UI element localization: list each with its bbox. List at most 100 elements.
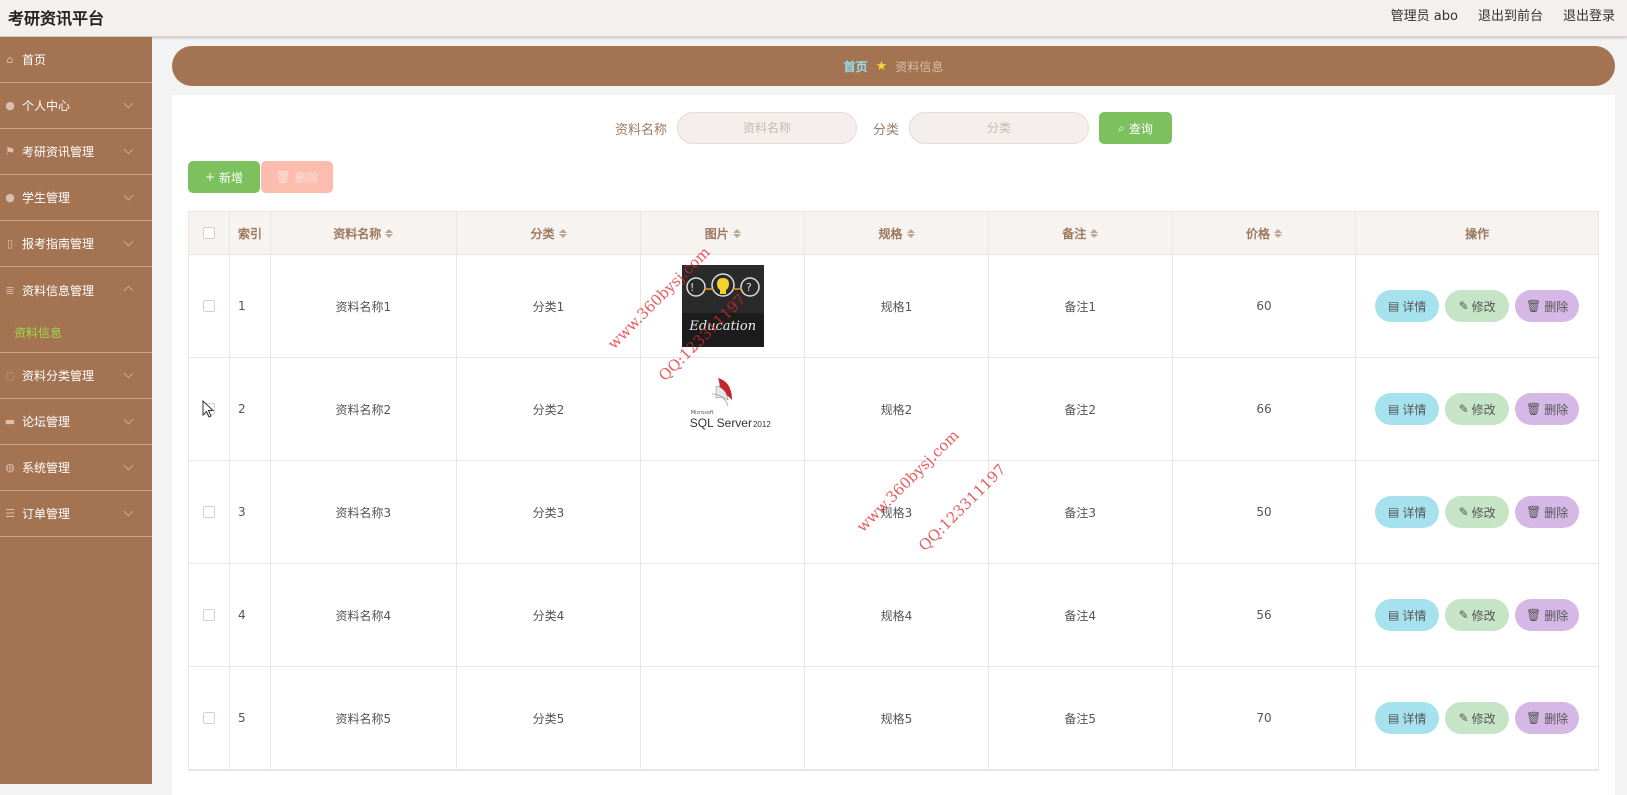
edit-button[interactable]: ✎ 修改 — [1445, 393, 1510, 425]
pencil-icon: ✎ — [1458, 608, 1469, 622]
sqlserver-thumbnail: Microsoft SQL Server2012 — [682, 368, 771, 450]
sidebar-item-label: 系统管理 — [22, 461, 71, 475]
sidebar-item-guide[interactable]: ▯ 报考指南管理 — [0, 221, 152, 267]
cell-spec: 规格2 — [805, 358, 989, 460]
edit-button[interactable]: ✎ 修改 — [1445, 702, 1510, 734]
content-panel: 资料名称 分类 ⌕ 查询 + 新增 🗑 删除 索引 资料名称 分类 图片 — [172, 95, 1615, 795]
sidebar-item-materials[interactable]: ≣ 资料信息管理 — [0, 267, 152, 313]
delete-button[interactable]: 🗑 删除 — [1515, 599, 1580, 631]
batch-delete-button[interactable]: 🗑 删除 — [261, 161, 333, 193]
edit-button[interactable]: ✎ 修改 — [1445, 496, 1510, 528]
search-bar: 资料名称 分类 ⌕ 查询 — [172, 112, 1615, 144]
cell-index: 1 — [230, 255, 271, 357]
detail-button[interactable]: ▤ 详情 — [1375, 290, 1440, 322]
table-row: 2 资料名称2 分类2 Microsoft SQL Server2012 规格2 — [189, 358, 1598, 461]
query-button[interactable]: ⌕ 查询 — [1099, 112, 1173, 144]
chevron-down-icon — [123, 190, 134, 201]
detail-button[interactable]: ▤ 详情 — [1375, 599, 1440, 631]
cell-category: 分类4 — [457, 564, 642, 666]
svg-text:!: ! — [690, 281, 694, 294]
sidebar-item-home[interactable]: ⌂ 首页 — [0, 37, 152, 83]
chevron-down-icon — [123, 98, 134, 109]
category-label: 分类 — [873, 122, 900, 138]
cell-index: 4 — [230, 564, 271, 666]
table-header-row: 索引 资料名称 分类 图片 规格 备注 价格 操作 — [189, 212, 1598, 255]
search-icon: ⌕ — [1118, 120, 1125, 135]
row-checkbox[interactable] — [202, 506, 215, 518]
document-icon: ▤ — [1387, 711, 1400, 725]
table-row: 3 资料名称3 分类3 规格3 备注3 50 ▤ 详情 ✎ 修改 🗑 删除 — [189, 461, 1598, 564]
cell-name: 资料名称5 — [271, 667, 457, 769]
materials-table: 索引 资料名称 分类 图片 规格 备注 价格 操作 1 资料名称1 分类1 ! … — [188, 211, 1599, 771]
sidebar-item-orders[interactable]: ☰ 订单管理 — [0, 491, 152, 537]
cell-name: 资料名称4 — [271, 564, 457, 666]
header-category[interactable]: 分类 — [457, 212, 642, 254]
plus-icon: + — [204, 170, 216, 184]
name-search-input[interactable] — [677, 112, 857, 144]
sidebar-item-profile[interactable]: ● 个人中心 — [0, 83, 152, 129]
pencil-icon: ✎ — [1458, 711, 1469, 725]
cell-note: 备注5 — [989, 667, 1173, 769]
header-price[interactable]: 价格 — [1173, 212, 1357, 254]
breadcrumb-current: 资料信息 — [895, 59, 944, 74]
edit-button[interactable]: ✎ 修改 — [1445, 290, 1510, 322]
sidebar-item-label: 订单管理 — [22, 507, 71, 521]
sidebar-item-students[interactable]: ● 学生管理 — [0, 175, 152, 221]
globe-icon: ◍ — [5, 461, 15, 474]
sidebar-item-news[interactable]: ⚑ 考研资讯管理 — [0, 129, 152, 175]
sidebar: ⌂ 首页 ● 个人中心 ⚑ 考研资讯管理 ● 学生管理 ▯ 报考指南管理 ≣ 资… — [0, 37, 152, 784]
cell-price: 56 — [1173, 564, 1357, 666]
row-checkbox[interactable] — [202, 300, 215, 312]
sort-icon — [1090, 228, 1099, 238]
cell-price: 70 — [1173, 667, 1357, 769]
name-label: 资料名称 — [614, 122, 667, 138]
row-checkbox[interactable] — [202, 609, 215, 621]
header-spec[interactable]: 规格 — [805, 212, 989, 254]
cell-spec: 规格1 — [805, 255, 989, 357]
sidebar-item-label: 考研资讯管理 — [22, 145, 95, 159]
detail-button[interactable]: ▤ 详情 — [1375, 393, 1440, 425]
sidebar-item-system[interactable]: ◍ 系统管理 — [0, 445, 152, 491]
flag-icon: ⚑ — [5, 145, 15, 158]
header-ops: 操作 — [1465, 226, 1490, 241]
cell-name: 资料名称3 — [271, 461, 457, 563]
logout-link[interactable]: 退出登录 — [1563, 5, 1615, 24]
select-all-checkbox[interactable] — [202, 227, 215, 239]
trash-icon: 🗑 — [1526, 608, 1542, 622]
trash-icon: 🗑 — [1526, 402, 1542, 416]
table-row: 4 资料名称4 分类4 规格4 备注4 56 ▤ 详情 ✎ 修改 🗑 删除 — [189, 564, 1598, 667]
breadcrumb: 首页 ★ 资料信息 — [172, 46, 1615, 86]
sidebar-item-categories[interactable]: ◌ 资料分类管理 — [0, 353, 152, 399]
cell-category: 分类1 — [457, 255, 642, 357]
header-name[interactable]: 资料名称 — [271, 212, 457, 254]
detail-button[interactable]: ▤ 详情 — [1375, 702, 1440, 734]
delete-button[interactable]: 🗑 删除 — [1515, 496, 1580, 528]
education-image: ! ? — [681, 265, 764, 347]
delete-button[interactable]: 🗑 删除 — [1515, 702, 1580, 734]
sort-icon — [906, 228, 915, 238]
add-button[interactable]: + 新增 — [188, 161, 260, 193]
cell-category: 分类3 — [457, 461, 642, 563]
sidebar-item-forum[interactable]: ▬ 论坛管理 — [0, 399, 152, 445]
education-thumbnail: ! ? Education — [681, 265, 764, 347]
to-front-link[interactable]: 退出到前台 — [1478, 5, 1543, 24]
svg-text:?: ? — [746, 281, 752, 294]
delete-button[interactable]: 🗑 删除 — [1515, 393, 1580, 425]
row-checkbox[interactable] — [202, 712, 215, 724]
menu-icon: ☰ — [5, 507, 15, 520]
header-image[interactable]: 图片 — [641, 212, 806, 254]
main-content: 首页 ★ 资料信息 资料名称 分类 ⌕ 查询 + 新增 🗑 删除 索引 — [152, 37, 1627, 795]
app-title: 考研资讯平台 — [8, 9, 105, 28]
star-icon: ★ — [875, 58, 888, 74]
sidebar-item-label: 资料信息管理 — [22, 283, 95, 298]
delete-button[interactable]: 🗑 删除 — [1515, 290, 1580, 322]
breadcrumb-home[interactable]: 首页 — [844, 58, 868, 75]
category-search-input[interactable] — [909, 112, 1090, 144]
header-note[interactable]: 备注 — [989, 212, 1173, 254]
sort-icon — [558, 228, 567, 238]
sidebar-subitem-materials-info[interactable]: 资料信息 — [0, 313, 152, 353]
trash-icon: 🗑 — [1526, 505, 1542, 519]
edit-button[interactable]: ✎ 修改 — [1445, 599, 1510, 631]
detail-button[interactable]: ▤ 详情 — [1375, 496, 1440, 528]
cell-spec: 规格5 — [805, 667, 989, 769]
